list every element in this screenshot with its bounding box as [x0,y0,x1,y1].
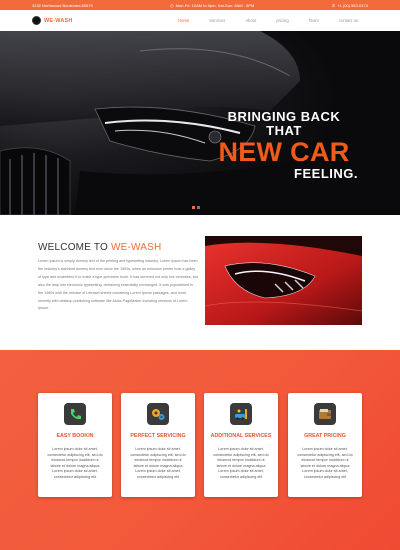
phone-icon: ✆ [331,2,336,8]
wallet-icon [314,403,336,425]
services-section: EASY BOOKIN Lorem ipsum dolor sit amet, … [0,350,400,550]
service-card-additional[interactable]: ADDITIONAL SERVICES Lorem ipsum dolor si… [204,393,278,497]
clock-icon: ◷ [170,2,174,8]
gears-icon [147,403,169,425]
car-wash-icon [230,403,252,425]
nav-menu: Home Services About pricing Team contact… [168,18,368,23]
nav-item-contact[interactable]: contact us [329,18,368,23]
brand-name[interactable]: WE-WASH [44,18,73,24]
hero-headline: BRINGING BACK THAT NEW CAR FEELING. [194,109,374,182]
nav-item-services[interactable]: Services [199,18,235,23]
slider-dots [192,206,200,209]
nav-item-home[interactable]: Home [168,18,199,23]
phone-item[interactable]: ✆ +1 (00) 553-0174 [332,3,368,8]
hours-text: Mon-Fri: 10AM to 5pm, Sat-Sun: 8AM - 5PM [175,2,255,8]
main-navbar: WE-WASH Home Services About pricing Team… [0,10,400,31]
slider-dot-1[interactable] [192,206,195,209]
service-title: GREAT PRICING [304,433,346,439]
phone-icon [64,403,86,425]
hero-line-2: THAT [266,123,302,138]
service-title: EASY BOOKIN [56,433,94,439]
service-body: Lorem ipsum dolor sit amet, consectetur … [47,447,103,479]
welcome-title-accent: WE-WASH [110,242,162,253]
welcome-title: WELCOME TO WE-WASH [38,242,161,253]
address-item: 3232 Northwood Boulevard,60679 [32,3,93,8]
service-title: ADDITIONAL SERVICES [210,433,272,439]
hero-line-3: NEW CAR [218,137,350,167]
welcome-title-prefix: WELCOME TO [38,242,111,253]
hero-line-1: BRINGING BACK [227,109,341,124]
logo-icon [32,16,41,25]
service-body: Lorem ipsum dolor sit amet, consectetur … [297,447,353,479]
nav-item-about[interactable]: About [235,18,266,23]
nav-item-team[interactable]: Team [299,18,329,23]
address-text: 3232 Northwood Boulevard,60679 [32,2,93,8]
hero-slider: BRINGING BACK THAT NEW CAR FEELING. [0,31,400,215]
red-car-image [205,236,362,325]
brand-logo[interactable]: WE-WASH [32,16,73,25]
welcome-section: WELCOME TO WE-WASH Lorem Ipsum is simply… [0,215,400,350]
service-body: Lorem ipsum dolor sit amet, consectetur … [213,447,269,479]
nav-item-pricing[interactable]: pricing [266,18,298,23]
welcome-body: Lorem Ipsum is simply dummy text of the … [38,259,198,311]
hours-item: ◷ Mon-Fri: 10AM to 5pm, Sat-Sun: 8AM - 5… [170,3,254,8]
slider-dot-2[interactable] [197,206,200,209]
service-body: Lorem ipsum dolor sit amet, consectetur … [130,447,186,479]
hero-line-4: FEELING. [294,166,358,181]
service-card-booking[interactable]: EASY BOOKIN Lorem ipsum dolor sit amet, … [38,393,112,497]
service-card-servicing[interactable]: PERFECT SERVICING Lorem ipsum dolor sit … [121,393,195,497]
phone-text[interactable]: +1 (00) 553-0174 [337,3,368,8]
top-info-bar: 3232 Northwood Boulevard,60679 ◷ Mon-Fri… [0,0,400,10]
service-title: PERFECT SERVICING [130,433,186,439]
service-card-pricing[interactable]: GREAT PRICING Lorem ipsum dolor sit amet… [288,393,362,497]
